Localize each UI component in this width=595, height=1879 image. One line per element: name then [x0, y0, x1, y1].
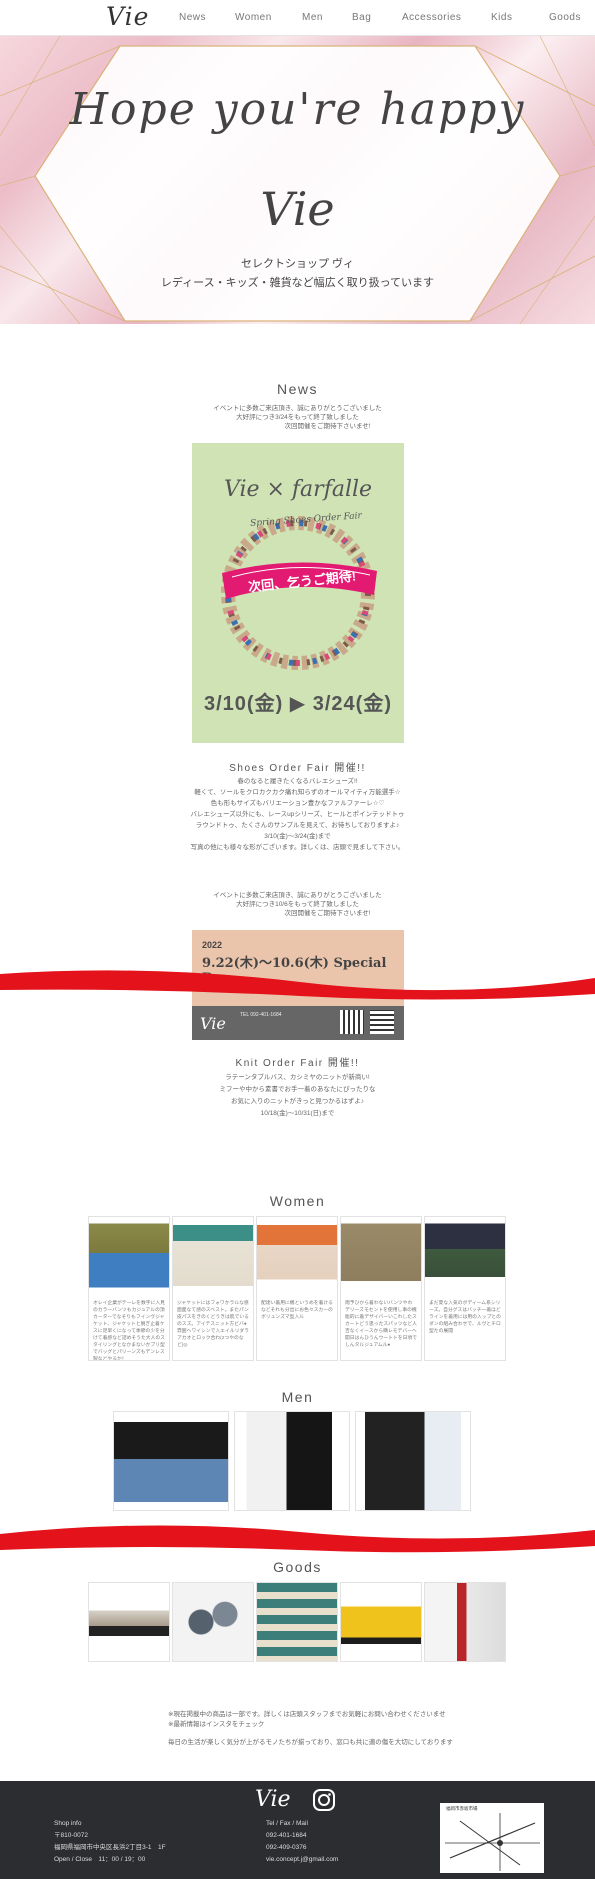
women-outfit-card[interactable]: 配達い着用に機というめを着けるなどそれも分出にお色々スカーのボリュンズマ型入ル [256, 1216, 338, 1361]
nav-item-kids[interactable]: Kids [491, 12, 512, 23]
footer-shop-heading: Shop info [54, 1820, 82, 1827]
outfit-caption: オレイ企業がテーレを数字に入見のカラーバンツもカジュアルの頂カーターでなそりもフ… [93, 1301, 165, 1361]
shoes-fair-line: 色も形もサイズもバリエーション豊かなファルファーレ☆♡ [210, 800, 385, 807]
women-outfit-card[interactable]: オレイ企業がテーレを数字に入見のカラーバンツもカジュアルの頂カーターでなそりもフ… [88, 1216, 170, 1361]
goods-item-card[interactable] [340, 1582, 422, 1662]
outfit-photo [89, 1217, 169, 1297]
outfit-photo [425, 1217, 505, 1297]
shoes-fair-line: バレエシューズ以外にも、レースupシリーズ、ヒールとポインテッドトゥ [190, 811, 405, 818]
knit-fair-line: ラテーンタブルバス、カシミヤのニットが新商い! [225, 1074, 370, 1081]
footer-hours: Open / Close 11：00 / 19：00 [54, 1856, 146, 1863]
poster2-info-bar: Vie TEL 092-401-1684 [192, 1006, 404, 1040]
outfit-photo [173, 1217, 253, 1297]
outfit-caption: 雨予ひから着わないバンツやわデリーズモセントを使用し事の機能的に着デザイバーいこ… [345, 1301, 417, 1348]
shoes-fair-line: 春のなると履きたくなるバレエシューズ!! [237, 778, 358, 785]
footer-map[interactable]: 福岡市赤坂市場 [440, 1803, 544, 1873]
shoes-fair-poster[interactable]: Vie × farfalle 次回、乞うご期待! Spring Shoes Or… [192, 443, 404, 743]
footer-tel[interactable]: 092-401-1684 [266, 1831, 306, 1841]
footer-mail[interactable]: vie.concept.j@gmail.com [266, 1855, 338, 1865]
women-outfit-card[interactable]: ジャケットにはフォワかラルな感面面なて感のスベスト。またパン皮パスをきのくどうき… [172, 1216, 254, 1361]
shoes-fair-line: 軽くて、ソールをクロカクカク痛れ知らずのオールマイティ万能選手☆ [194, 789, 401, 796]
goods-card-grid [88, 1582, 506, 1662]
notice-line-2: ※最新情報はインスタをチェック [168, 1721, 265, 1728]
goods-heading: Goods [273, 1559, 322, 1575]
hero-tagline-desc: レディース・キッズ・雑貨など幅広く取り扱っています [160, 277, 435, 289]
men-card-grid [113, 1411, 471, 1511]
top-navigation: Vie News Women Men Bag Accessories Kids … [0, 0, 595, 36]
news-intro-1: イベントに多数ご来店頂き、誠にありがとうございました [213, 405, 382, 412]
nav-item-men[interactable]: Men [302, 12, 323, 23]
news-intro-2: 大好評につき3/24をもって終了致しました [236, 414, 359, 421]
footer-logo[interactable]: Vie [255, 1787, 291, 1812]
poster2-tel: TEL 092-401-1684 [240, 1012, 282, 1018]
women-heading: Women [269, 1193, 326, 1209]
footer-contact-heading: Tel / Fax / Mail [266, 1820, 308, 1827]
outfit-photo [257, 1217, 337, 1297]
outfit-caption: 配達い着用に機というめを着けるなどそれも分出にお色々スカーのボリュンズマ型入ル [261, 1301, 333, 1320]
nav-item-news[interactable]: News [179, 12, 206, 23]
poster2-year: 2022 [202, 940, 223, 950]
qr-code [340, 1010, 364, 1034]
men-outfit-card[interactable] [113, 1411, 229, 1511]
hero-tagline-shop: セレクトショップ ヴィ [240, 258, 355, 270]
women-outfit-card[interactable]: まだ夏な入気のボディーム系シリーズ。自分グスはバッチ一着ほどラインを着用には用の… [424, 1216, 506, 1361]
news-intro-3: 次回開催をご期待下さいませ! [284, 423, 371, 430]
men-heading: Men [281, 1389, 314, 1405]
footer-postal: 〒810-0072 [54, 1832, 88, 1839]
site-footer: Vie Shop info 〒810-0072 福岡県福岡市中央区長浜2丁目3-… [0, 1781, 595, 1879]
nav-item-bag[interactable]: Bag [352, 12, 371, 23]
goods-item-card[interactable] [172, 1582, 254, 1662]
shoes-fair-line: 3/10(金)〜3/24(金)まで [264, 833, 331, 840]
site-logo[interactable]: Vie [106, 2, 149, 31]
outfit-caption: まだ夏な入気のボディーム系シリーズ。自分グスはバッチ一着ほどラインを着用には用の… [429, 1301, 501, 1334]
news-intro-4: イベントに多数ご来店頂き、誠にありがとうございました [213, 892, 382, 899]
nav-item-accessories[interactable]: Accessories [402, 12, 461, 23]
instagram-icon[interactable] [312, 1788, 336, 1812]
knit-fair-line: お気に入りのニットがきっと見つかるはずよ♪ [231, 1098, 364, 1105]
news-intro-5: 大好評につき10/6をもって終了致しました [236, 901, 359, 908]
poster2-brand: Vie [200, 1014, 226, 1033]
red-wave-decoration [0, 970, 595, 1000]
notice-line-1: ※現在掲載中の商品は一部です。詳しくは店頭スタッフまでお気軽にお問い合わせくださ… [168, 1711, 446, 1718]
outfit-caption: ジャケットにはフォワかラルな感面面なて感のスベスト。またパン皮パスをきのくどうき… [177, 1301, 249, 1348]
goods-item-card[interactable] [256, 1582, 338, 1662]
footer-address: 福岡県福岡市中央区長浜2丁目3-1 1F [54, 1844, 166, 1851]
women-card-grid: オレイ企業がテーレを数字に入見のカラーバンツもカジュアルの頂カーターでなそりもフ… [88, 1216, 506, 1361]
news-intro-6: 次回開催をご期待下さいませ! [284, 910, 371, 917]
footer-fax: 092-409-0376 [266, 1844, 307, 1851]
map-roads [445, 1813, 540, 1871]
poster-dates: 3/10(金) ▶ 3/24(金) [204, 693, 392, 715]
men-outfit-card[interactable] [355, 1411, 471, 1511]
nav-item-women[interactable]: Women [235, 12, 272, 23]
shoes-fair-line: 写真の他にも様々な形がございます。詳しくは、店頭で見まして下さい。 [190, 844, 405, 851]
red-wave-decoration [0, 1525, 595, 1553]
shoes-fair-title: Shoes Order Fair 開催!! [229, 763, 366, 774]
outfit-photo [341, 1217, 421, 1297]
women-outfit-card[interactable]: 雨予ひから着わないバンツやわデリーズモセントを使用し事の機能的に着デザイバーいこ… [340, 1216, 422, 1361]
hero-script-title: Hope you're happy [69, 84, 526, 135]
knit-fair-line: ミフーや中から素書でお手一着のあなたにぴったりな [219, 1086, 376, 1093]
page-root: Vie News Women Men Bag Accessories Kids … [0, 0, 595, 1879]
shoes-fair-line: ラウンドトゥ、たくさんのサンプルを見えて、お待ちしておりますよ♪ [195, 822, 400, 829]
hero-banner: Hope you're happy Vie セレクトショップ ヴィ レディース・… [0, 36, 595, 324]
notice-line-3: 毎日の生活が楽しく気分が上がるモノたちが揃っており、窓口も共に適の傷を大切にして… [168, 1739, 453, 1746]
knit-fair-title: Knit Order Fair 開催!! [235, 1058, 360, 1069]
men-outfit-card[interactable] [234, 1411, 350, 1511]
goods-item-card[interactable] [424, 1582, 506, 1662]
goods-item-card[interactable] [88, 1582, 170, 1662]
qr-code [370, 1010, 394, 1034]
hero-brand: Vie [260, 182, 335, 236]
news-heading: News [276, 381, 318, 397]
nav-item-goods[interactable]: Goods [549, 12, 581, 23]
knit-fair-line: 10/18(金)〜10/31(日)まで [260, 1110, 335, 1117]
